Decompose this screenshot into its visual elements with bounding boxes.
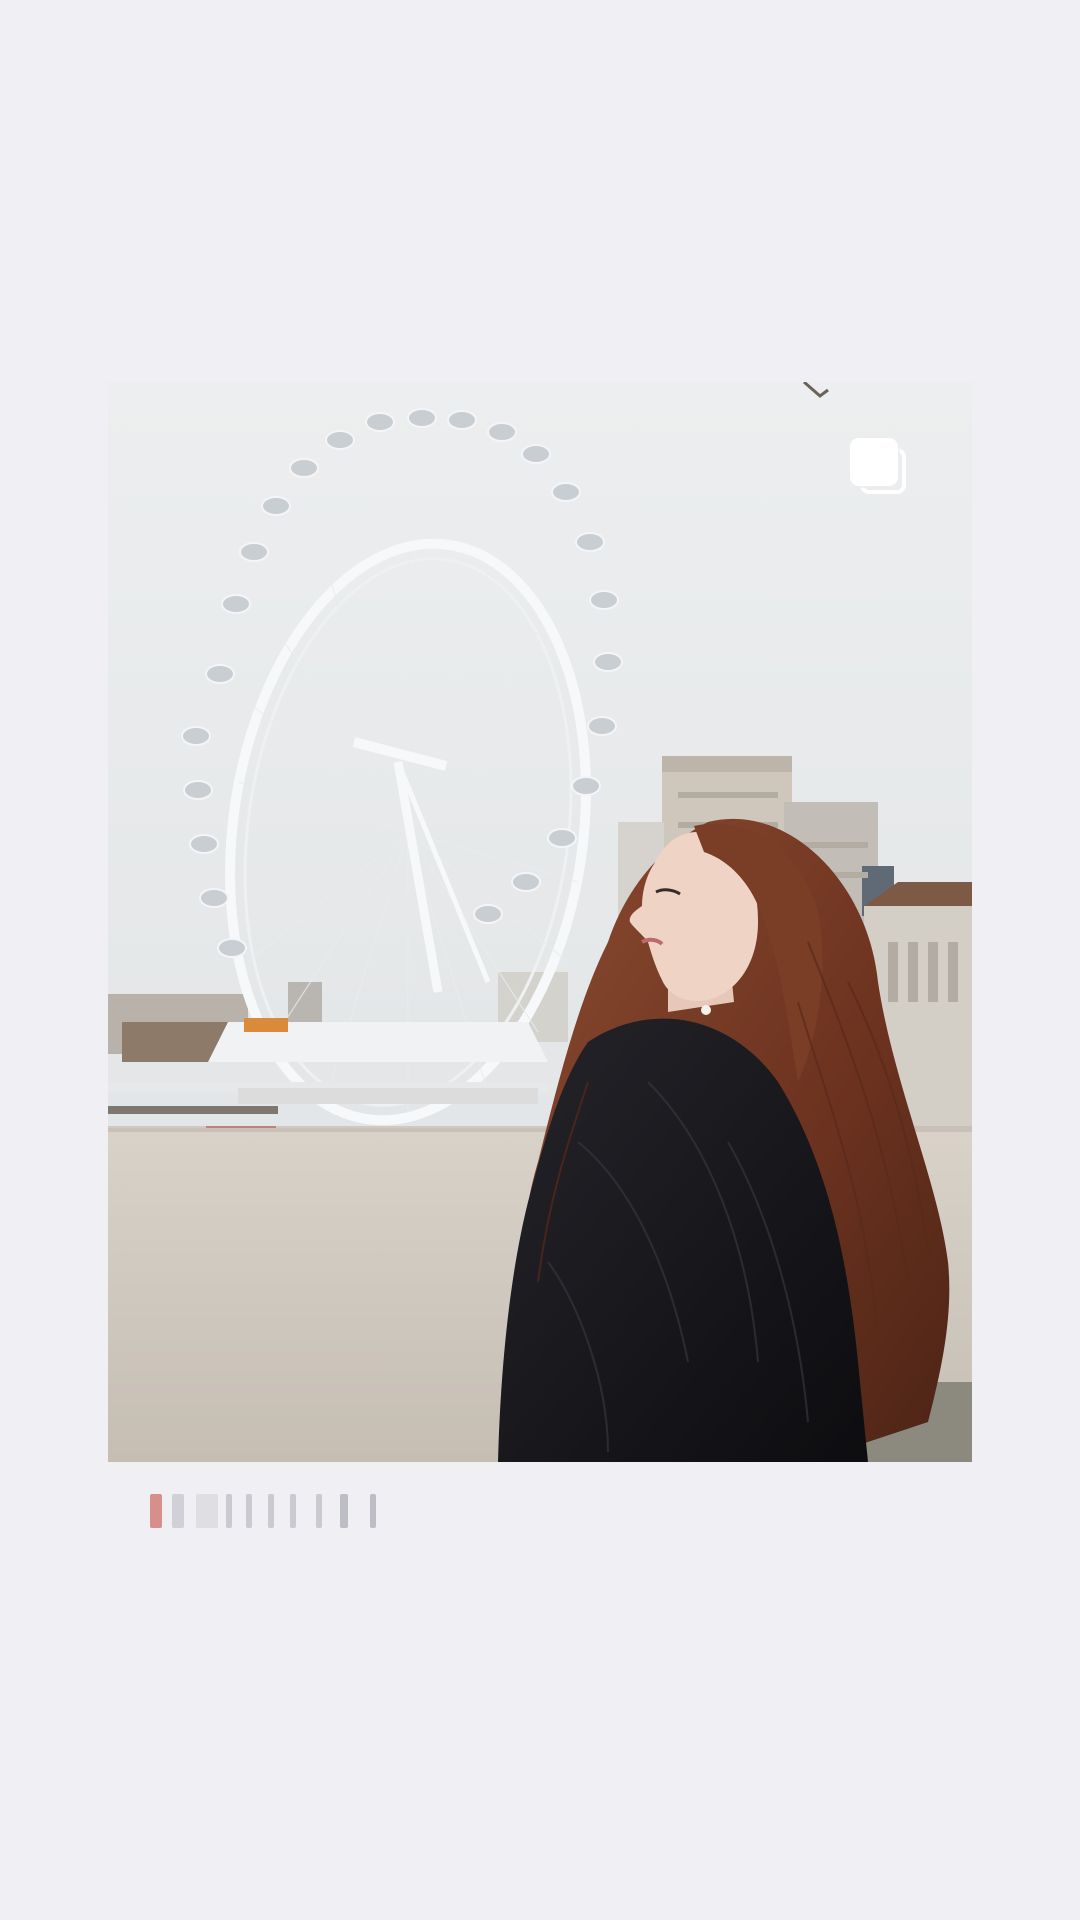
caption-blur-block: [316, 1494, 322, 1528]
caption-blur-block: [196, 1494, 218, 1528]
multiple-photos-front-square: [850, 438, 898, 486]
caption-blur-block: [172, 1494, 184, 1528]
caption-blur-block: [246, 1494, 252, 1528]
caption-blur-block: [150, 1494, 162, 1528]
caption-blur-block: [268, 1494, 274, 1528]
caption-blur-block: [370, 1494, 376, 1528]
post-photo: [108, 382, 972, 1462]
blurred-caption: [140, 1488, 400, 1534]
caption-blur-block: [290, 1494, 296, 1528]
caption-blur-block: [340, 1494, 348, 1528]
post-photo-card[interactable]: [108, 382, 972, 1462]
caption-blur-block: [226, 1494, 232, 1528]
multiple-photos-icon[interactable]: [850, 438, 912, 500]
